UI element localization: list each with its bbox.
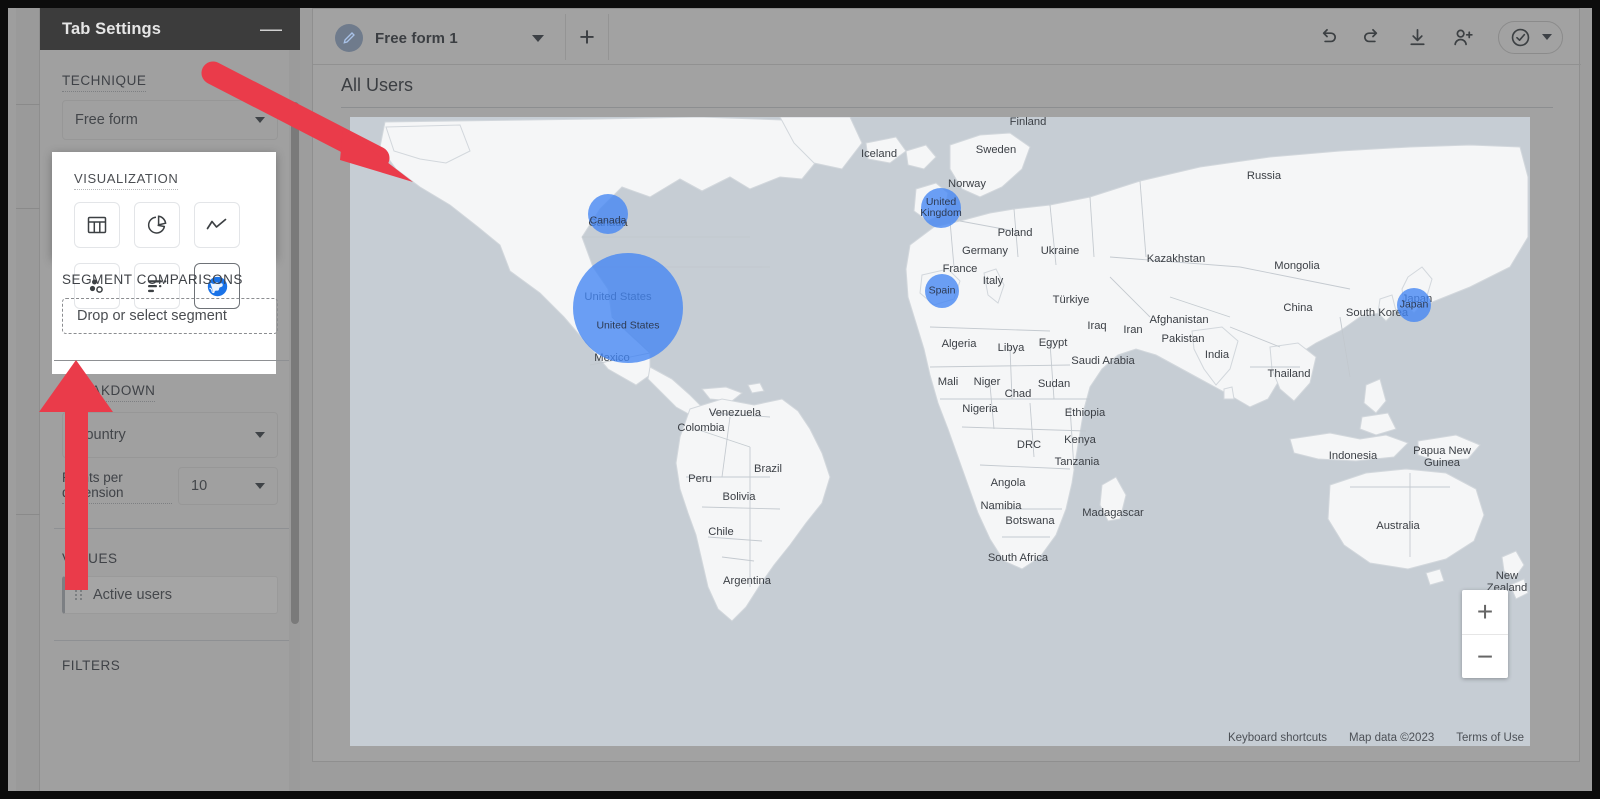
value-chip-active-users[interactable]: Active users	[62, 576, 278, 614]
visualization-card-inner: VISUALIZATION	[52, 152, 276, 374]
map-bubble[interactable]	[1397, 288, 1431, 322]
drag-handle-icon[interactable]	[75, 590, 83, 600]
segment-comparisons-label: SEGMENT COMPARISONS	[62, 272, 243, 290]
tab-settings-header: Tab Settings —	[40, 8, 300, 50]
title-underline	[341, 107, 1553, 108]
viz-option-table[interactable]	[74, 202, 120, 248]
line-chart-icon	[205, 215, 229, 235]
chevron-down-icon	[255, 117, 265, 123]
section-divider	[54, 528, 292, 529]
chevron-down-icon[interactable]	[532, 35, 544, 42]
breakdown-section-label: BREAKDOWN	[62, 383, 155, 402]
panel-title: Tab Settings	[62, 20, 161, 39]
saved-check-icon	[1509, 26, 1532, 49]
map-bubble[interactable]	[921, 188, 961, 228]
app-frame: TECHNIQUE Free form VISUALIZATION	[0, 0, 1600, 799]
filters-section-label: FILTERS	[62, 658, 120, 676]
panel-scrollbar-thumb[interactable]	[291, 102, 299, 624]
geo-map[interactable]: IcelandFinlandSwedenNorwayRussiaPolandGe…	[350, 117, 1530, 746]
map-bubble[interactable]	[573, 253, 683, 363]
points-per-dimension-label: Points per dimension	[62, 470, 172, 504]
undo-icon[interactable]	[1316, 26, 1339, 49]
minimize-icon[interactable]: —	[258, 18, 284, 40]
viz-option-line-chart[interactable]	[194, 202, 240, 248]
rail-divider	[16, 514, 40, 515]
segment-placeholder: Drop or select segment	[77, 308, 227, 324]
chevron-down-icon[interactable]	[1542, 34, 1552, 40]
technique-value: Free form	[75, 112, 138, 128]
keyboard-shortcuts-link[interactable]: Keyboard shortcuts	[1228, 732, 1327, 744]
toolbar-actions	[1316, 15, 1563, 59]
value-chip-label: Active users	[93, 587, 172, 603]
map-bubble[interactable]	[588, 194, 628, 234]
download-icon[interactable]	[1406, 26, 1429, 49]
map-zoom-controls: + −	[1462, 590, 1508, 678]
rail-divider	[16, 104, 40, 105]
map-data-copyright: Map data ©2023	[1349, 732, 1434, 744]
technique-select[interactable]: Free form	[62, 100, 278, 140]
panel-left-rail	[16, 8, 40, 791]
tab-free-form-1[interactable]: Free form 1	[325, 13, 552, 63]
add-tab-button[interactable]: +	[565, 14, 609, 60]
zoom-in-button[interactable]: +	[1462, 590, 1508, 634]
report-card: Free form 1 +	[312, 8, 1580, 762]
values-section-label: VALUES	[62, 551, 118, 569]
viz-option-pie-chart[interactable]	[134, 202, 180, 248]
table-icon	[85, 213, 109, 237]
zoom-out-button[interactable]: −	[1462, 634, 1508, 678]
tab-settings-body: TECHNIQUE Free form VISUALIZATION	[40, 50, 300, 791]
redo-icon[interactable]	[1361, 26, 1384, 49]
rail-divider	[16, 208, 40, 209]
section-divider	[54, 360, 292, 361]
points-per-dimension-value: 10	[191, 478, 207, 494]
section-divider	[54, 640, 292, 641]
segment-drop-zone[interactable]: Drop or select segment	[62, 298, 278, 334]
technique-section-label: TECHNIQUE	[62, 73, 146, 92]
visualization-card: VISUALIZATION	[52, 152, 276, 259]
map-bubble[interactable]	[925, 274, 959, 308]
chevron-down-icon	[255, 432, 265, 438]
tab-label: Free form 1	[375, 30, 458, 47]
map-attribution: Keyboard shortcuts Map data ©2023 Terms …	[1228, 732, 1524, 744]
pencil-icon	[335, 24, 363, 52]
terms-of-use-link[interactable]: Terms of Use	[1456, 732, 1524, 744]
saved-status-button[interactable]	[1498, 21, 1563, 54]
chevron-down-icon	[255, 483, 265, 489]
pie-chart-icon	[145, 213, 169, 237]
breakdown-value: Country	[75, 427, 126, 443]
share-add-user-icon[interactable]	[1451, 26, 1476, 49]
breakdown-select[interactable]: Country	[62, 412, 278, 458]
page-title: All Users	[341, 75, 413, 96]
points-per-dimension-select[interactable]: 10	[178, 467, 278, 505]
visualization-section-label: VISUALIZATION	[74, 171, 178, 190]
main-area: Free form 1 +	[300, 8, 1592, 791]
tab-settings-panel: TECHNIQUE Free form VISUALIZATION	[8, 8, 300, 791]
tab-bar: Free form 1 +	[313, 9, 1581, 65]
